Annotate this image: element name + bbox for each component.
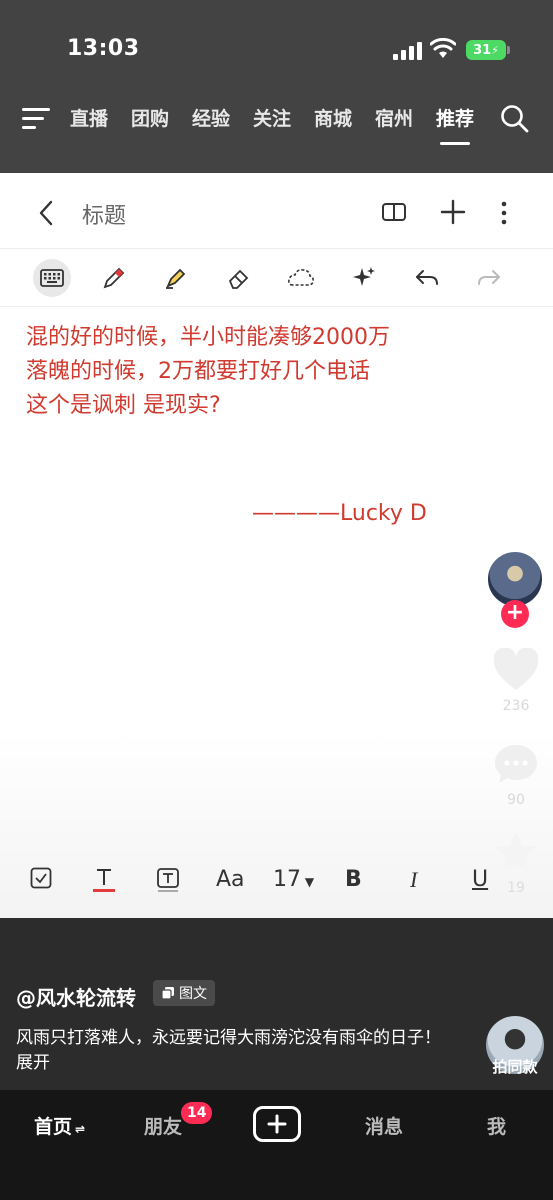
friends-badge: 14 — [181, 1102, 213, 1124]
tab-home[interactable]: 首页 ⇌ — [34, 1112, 85, 1139]
make-same-button[interactable]: 拍同款 — [480, 1056, 550, 1077]
checkbox-icon — [30, 867, 52, 895]
back-icon — [39, 200, 53, 226]
note-signature: ————Lucky D — [252, 501, 427, 526]
drawing-toolbar — [0, 249, 553, 307]
nav-tabs: 直播 团购 经验 关注 商城 宿州 推荐 — [70, 104, 497, 145]
font-size-value: 17 ▼ — [273, 867, 315, 892]
bold-icon: B — [345, 867, 362, 892]
editor-header: 标题 — [0, 173, 553, 249]
undo-icon — [408, 259, 446, 297]
note-line-2: 落魄的时候，2万都要打好几个电话 — [26, 359, 370, 384]
heart-icon — [493, 647, 539, 690]
comment-button[interactable]: 90 — [488, 742, 544, 808]
post-caption[interactable]: 风雨只打落难人，永远要记得大雨滂沱没有雨伞的日子！展开 — [16, 1026, 456, 1076]
tab-local[interactable]: 宿州 — [375, 104, 436, 131]
book-icon — [382, 203, 406, 221]
note-body: 混的好的时候，半小时能凑够2000万 落魄的时候，2万都要打好几个电话 这个是讽… — [26, 321, 526, 423]
top-header: 13:03 31 ⚡ 直播 团购 经验 关注 商城 宿州 推荐 — [0, 0, 553, 173]
highlighter-icon — [157, 259, 195, 297]
menu-icon[interactable] — [22, 108, 50, 130]
tab-home-label: 首页 — [34, 1116, 73, 1138]
format-bar: Aa 17 ▼ B I U — [0, 863, 553, 903]
tab-group-buy[interactable]: 团购 — [131, 104, 192, 131]
tab-messages[interactable]: 消息 — [365, 1112, 403, 1139]
tab-live[interactable]: 直播 — [70, 104, 131, 131]
post-type-label: 图文 — [179, 986, 207, 1002]
status-time: 13:03 — [67, 36, 140, 61]
font-size-number: 17 — [273, 867, 301, 892]
tab-mall[interactable]: 商城 — [314, 104, 375, 131]
text-color-icon — [92, 867, 116, 899]
wifi-icon — [430, 38, 456, 58]
status-bar: 13:03 31 ⚡ — [0, 0, 553, 95]
top-nav: 直播 团购 经验 关注 商城 宿州 推荐 — [0, 96, 553, 146]
text-box-icon — [156, 867, 180, 899]
create-post-button[interactable] — [253, 1106, 301, 1142]
search-icon[interactable] — [500, 104, 530, 134]
underline-icon: U — [472, 867, 489, 892]
tab-following[interactable]: 关注 — [253, 104, 314, 131]
plus-icon — [440, 199, 466, 225]
font-label: Aa — [216, 867, 245, 892]
note-line-1: 混的好的时候，半小时能凑够2000万 — [26, 325, 390, 350]
cellular-signal-icon — [393, 42, 423, 60]
plus-icon — [267, 1114, 287, 1134]
note-title-placeholder: 标题 — [82, 204, 127, 229]
like-count: 236 — [502, 698, 530, 714]
favorite-button[interactable]: 19 — [488, 830, 544, 896]
keyboard-icon — [33, 259, 71, 297]
post-info: @风水轮流转 图文 风雨只打落难人，永远要记得大雨滂沱没有雨伞的日子！展开 — [0, 918, 553, 1090]
tab-me[interactable]: 我 — [487, 1112, 506, 1139]
comment-count: 90 — [507, 792, 525, 808]
tab-recommend[interactable]: 推荐 — [436, 104, 497, 145]
lasso-icon — [282, 259, 320, 297]
post-type-badge: 图文 — [153, 980, 215, 1006]
battery-icon: 31 ⚡ — [466, 40, 510, 60]
sparkle-icon — [345, 259, 383, 297]
pen-icon — [95, 259, 133, 297]
favorite-count: 19 — [507, 880, 525, 896]
note-screenshot: 标题 混的好的时候，半小时能凑够2000万 落魄的时候，2万都要打好几个电话 这… — [0, 173, 553, 918]
redo-icon — [470, 259, 508, 297]
comment-icon — [495, 745, 537, 783]
battery-level: 31 — [473, 42, 492, 58]
star-icon — [495, 832, 537, 872]
image-post-icon — [161, 987, 174, 1000]
italic-icon: I — [410, 867, 418, 892]
tab-friends[interactable]: 朋友 — [144, 1112, 182, 1139]
more-vertical-icon — [501, 201, 507, 225]
eraser-icon — [220, 259, 258, 297]
bottom-tab-bar: 首页 ⇌ 朋友 14 消息 我 — [0, 1090, 553, 1200]
follow-button[interactable]: + — [501, 600, 529, 628]
note-line-3: 这个是讽刺 是现实? — [26, 393, 221, 418]
tab-experience[interactable]: 经验 — [192, 104, 253, 131]
refresh-toggle-icon: ⇌ — [75, 1122, 86, 1136]
like-button[interactable]: 236 — [488, 647, 544, 714]
author-name[interactable]: @风水轮流转 — [16, 982, 136, 1011]
